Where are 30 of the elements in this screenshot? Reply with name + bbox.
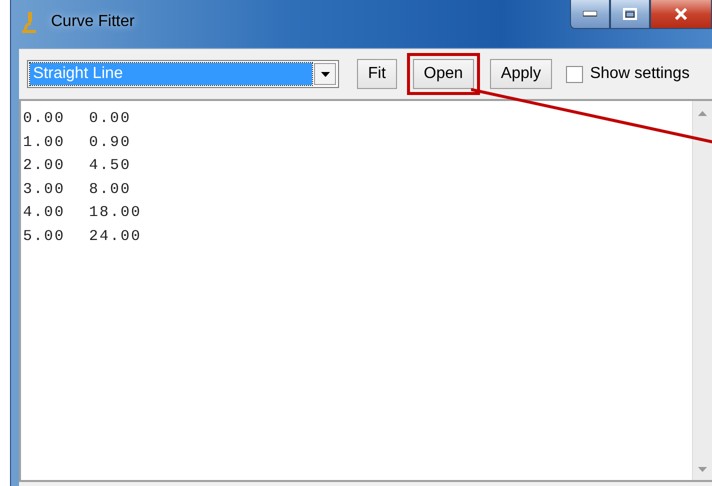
data-value: 18.00	[89, 204, 143, 222]
toolbar-button[interactable]: Apply	[490, 59, 552, 89]
data-value: 3.00	[23, 180, 66, 198]
data-value: 0.00	[89, 110, 132, 128]
data-value: 1.00	[23, 134, 66, 151]
data-value: 5.00	[23, 228, 66, 245]
checkbox-label[interactable]: Show settings	[590, 65, 690, 83]
minimize-button[interactable]	[570, 0, 610, 29]
data-value: 2.00	[23, 157, 66, 174]
maximize-button[interactable]	[610, 0, 650, 29]
data-value: 0.00	[23, 110, 66, 128]
scrollbar[interactable]	[692, 101, 712, 480]
window-title: Curve Fitter	[51, 13, 135, 31]
maximize-icon	[623, 8, 637, 20]
microscope-icon	[21, 10, 37, 34]
scroll-down-icon[interactable]	[698, 467, 707, 472]
data-value: 24.00	[89, 228, 143, 245]
show-settings-checkbox[interactable]	[566, 66, 583, 82]
data-value: 4.00	[23, 204, 66, 222]
data-value: 4.50	[89, 157, 132, 174]
caret-icon	[320, 72, 330, 76]
minimize-icon	[583, 11, 597, 17]
data-value: 8.00	[89, 180, 132, 198]
close-button[interactable]	[650, 0, 712, 29]
close-icon	[674, 8, 688, 20]
toolbar-button[interactable]: Open	[412, 59, 474, 89]
toolbar-button[interactable]: Fit	[357, 59, 397, 89]
data-value: 0.90	[89, 134, 132, 151]
scroll-up-icon[interactable]	[698, 111, 707, 116]
data-text-area[interactable]: 0.00 0.00 1.00 0.90 2.00 4.50 3.00 8.00 4.00 18.00 5.00 24.00	[19, 99, 712, 482]
